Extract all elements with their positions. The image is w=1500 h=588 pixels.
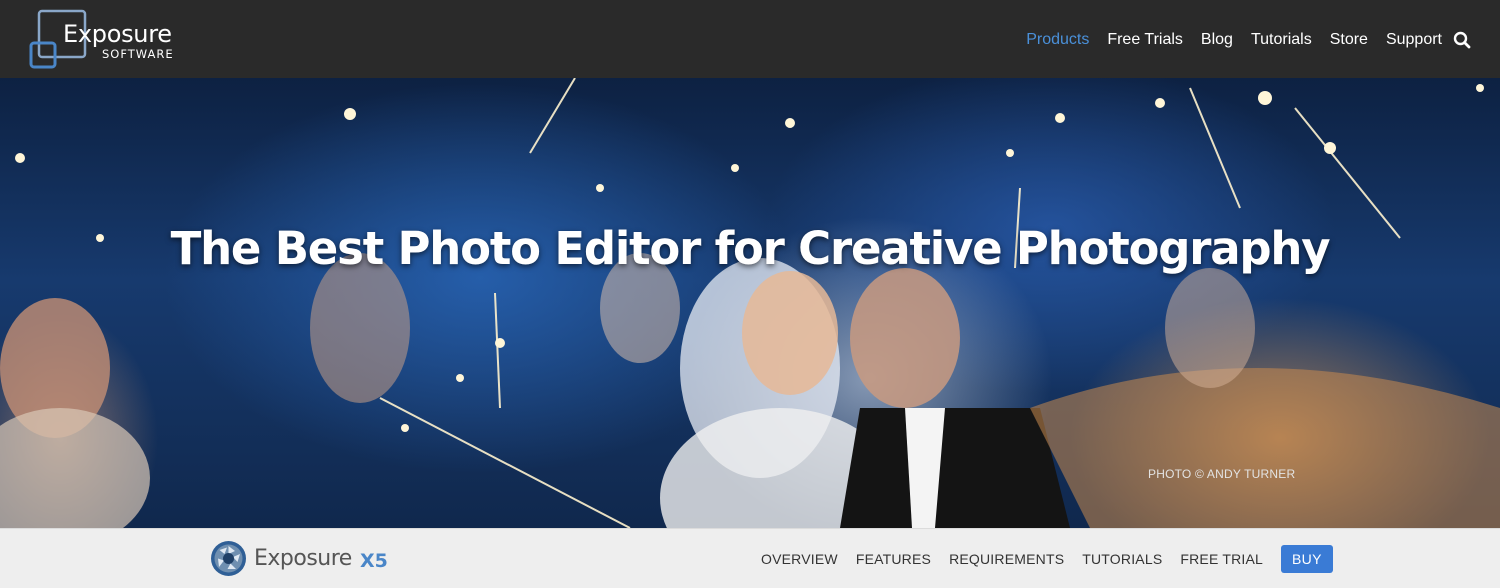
hero-title: The Best Photo Editor for Creative Photo… <box>170 222 1331 275</box>
exposure-x5-logo[interactable]: Exposure X5 <box>210 540 410 578</box>
search-icon[interactable] <box>1453 31 1471 49</box>
aperture-icon <box>211 541 246 576</box>
subnav-requirements[interactable]: REQUIREMENTS <box>949 545 1064 573</box>
nav-item-support[interactable]: Support <box>1386 28 1442 52</box>
photo-credit: PHOTO © ANDY TURNER <box>1148 467 1296 481</box>
subnav-overview[interactable]: OVERVIEW <box>761 545 838 573</box>
buy-button[interactable]: BUY <box>1281 545 1333 573</box>
nav-item-store[interactable]: Store <box>1330 28 1368 52</box>
nav-item-free-trials[interactable]: Free Trials <box>1107 28 1183 52</box>
subnav-features[interactable]: FEATURES <box>856 545 931 573</box>
nav-item-blog[interactable]: Blog <box>1201 28 1233 52</box>
nav-item-tutorials[interactable]: Tutorials <box>1251 28 1312 52</box>
main-nav: Products Free Trials Blog Tutorials Stor… <box>1026 28 1442 52</box>
product-version: X5 <box>360 550 388 572</box>
logo-wordmark: Exposure <box>63 20 172 48</box>
site-header: Exposure SOFTWARE Products Free Trials B… <box>0 0 1500 78</box>
exposure-software-logo[interactable]: Exposure SOFTWARE <box>29 9 189 71</box>
product-name: Exposure <box>254 546 352 571</box>
product-subnav: Exposure X5 OVERVIEW FEATURES REQUIREMEN… <box>0 528 1500 588</box>
product-subnav-links: OVERVIEW FEATURES REQUIREMENTS TUTORIALS… <box>761 545 1333 573</box>
subnav-free-trial[interactable]: FREE TRIAL <box>1180 545 1263 573</box>
hero-photo <box>0 78 1500 528</box>
hero-banner: The Best Photo Editor for Creative Photo… <box>0 78 1500 528</box>
logo-subtitle: SOFTWARE <box>102 47 174 61</box>
subnav-tutorials[interactable]: TUTORIALS <box>1082 545 1162 573</box>
nav-item-products[interactable]: Products <box>1026 28 1089 52</box>
